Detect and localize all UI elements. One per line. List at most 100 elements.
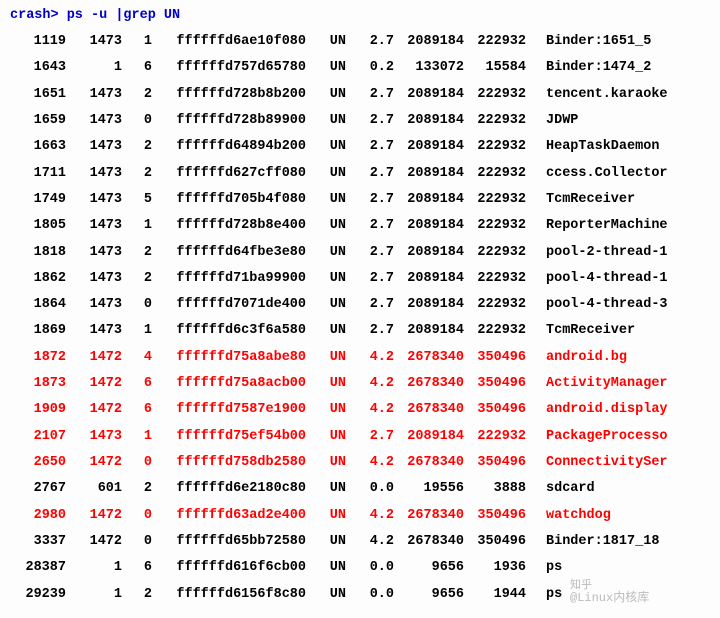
name-cell: ReporterMachine xyxy=(526,213,710,239)
name-cell: tencent.karaoke xyxy=(526,82,710,108)
n-cell: 4 xyxy=(122,345,152,371)
sz1-cell: 2089184 xyxy=(394,82,464,108)
table-row: 190914726ffffffd7587e1900UN4.22678340350… xyxy=(10,397,710,423)
pid-cell: 2107 xyxy=(10,424,66,450)
name-cell: pool-4-thread-1 xyxy=(526,266,710,292)
addr-cell: ffffffd75a8acb00 xyxy=(152,371,306,397)
n-cell: 6 xyxy=(122,555,152,581)
ppid-cell: 1473 xyxy=(66,187,122,213)
n-cell: 0 xyxy=(122,529,152,555)
n-cell: 2 xyxy=(122,240,152,266)
n-cell: 5 xyxy=(122,187,152,213)
n-cell: 0 xyxy=(122,108,152,134)
table-row: 186414730ffffffd7071de400UN2.72089184222… xyxy=(10,292,710,318)
addr-cell: ffffffd758db2580 xyxy=(152,450,306,476)
sz2-cell: 222932 xyxy=(464,161,526,187)
n-cell: 0 xyxy=(122,292,152,318)
pct-cell: 4.2 xyxy=(346,529,394,555)
pid-cell: 2650 xyxy=(10,450,66,476)
table-row: 181814732ffffffd64fbe3e80UN2.72089184222… xyxy=(10,240,710,266)
pid-cell: 1663 xyxy=(10,134,66,160)
sz2-cell: 222932 xyxy=(464,187,526,213)
addr-cell: ffffffd705b4f080 xyxy=(152,187,306,213)
state-cell: UN xyxy=(306,82,346,108)
ppid-cell: 1473 xyxy=(66,240,122,266)
table-row: 27676012ffffffd6e2180c80UN0.0195563888sd… xyxy=(10,476,710,502)
name-cell: watchdog xyxy=(526,503,710,529)
n-cell: 1 xyxy=(122,213,152,239)
addr-cell: ffffffd71ba99900 xyxy=(152,266,306,292)
ppid-cell: 1472 xyxy=(66,529,122,555)
pid-cell: 3337 xyxy=(10,529,66,555)
prompt-command: ps -u |grep UN xyxy=(59,8,181,23)
n-cell: 2 xyxy=(122,82,152,108)
sz2-cell: 222932 xyxy=(464,82,526,108)
table-row: 298014720ffffffd63ad2e400UN4.22678340350… xyxy=(10,503,710,529)
ppid-cell: 1472 xyxy=(66,397,122,423)
state-cell: UN xyxy=(306,582,346,608)
sz1-cell: 2678340 xyxy=(394,503,464,529)
state-cell: UN xyxy=(306,476,346,502)
pid-cell: 2980 xyxy=(10,503,66,529)
name-cell: ps xyxy=(526,555,710,581)
state-cell: UN xyxy=(306,529,346,555)
pct-cell: 0.0 xyxy=(346,555,394,581)
name-cell: TcmReceiver xyxy=(526,187,710,213)
command-prompt: crash> ps -u |grep UN xyxy=(10,8,710,23)
sz2-cell: 222932 xyxy=(464,29,526,55)
ppid-cell: 1472 xyxy=(66,450,122,476)
sz2-cell: 350496 xyxy=(464,450,526,476)
sz1-cell: 2678340 xyxy=(394,529,464,555)
sz1-cell: 2089184 xyxy=(394,161,464,187)
ppid-cell: 1472 xyxy=(66,503,122,529)
table-row: 186214732ffffffd71ba99900UN2.72089184222… xyxy=(10,266,710,292)
name-cell: PackageProcesso xyxy=(526,424,710,450)
n-cell: 2 xyxy=(122,476,152,502)
pid-cell: 1805 xyxy=(10,213,66,239)
pct-cell: 2.7 xyxy=(346,213,394,239)
pid-cell: 1873 xyxy=(10,371,66,397)
state-cell: UN xyxy=(306,266,346,292)
pct-cell: 2.7 xyxy=(346,29,394,55)
pid-cell: 1869 xyxy=(10,318,66,344)
addr-cell: ffffffd7587e1900 xyxy=(152,397,306,423)
ppid-cell: 1 xyxy=(66,582,122,608)
sz1-cell: 133072 xyxy=(394,55,464,81)
state-cell: UN xyxy=(306,318,346,344)
ppid-cell: 1473 xyxy=(66,318,122,344)
addr-cell: ffffffd64894b200 xyxy=(152,134,306,160)
addr-cell: ffffffd7071de400 xyxy=(152,292,306,318)
pct-cell: 2.7 xyxy=(346,82,394,108)
sz2-cell: 350496 xyxy=(464,397,526,423)
table-row: 265014720ffffffd758db2580UN4.22678340350… xyxy=(10,450,710,476)
sz1-cell: 2089184 xyxy=(394,213,464,239)
n-cell: 1 xyxy=(122,318,152,344)
sz1-cell: 2089184 xyxy=(394,424,464,450)
sz2-cell: 222932 xyxy=(464,108,526,134)
pct-cell: 4.2 xyxy=(346,450,394,476)
name-cell: android.bg xyxy=(526,345,710,371)
ppid-cell: 1472 xyxy=(66,345,122,371)
addr-cell: ffffffd64fbe3e80 xyxy=(152,240,306,266)
sz2-cell: 15584 xyxy=(464,55,526,81)
n-cell: 0 xyxy=(122,450,152,476)
name-cell: ps xyxy=(526,582,710,608)
pct-cell: 2.7 xyxy=(346,161,394,187)
pct-cell: 4.2 xyxy=(346,371,394,397)
ppid-cell: 1473 xyxy=(66,213,122,239)
ppid-cell: 1473 xyxy=(66,161,122,187)
sz1-cell: 2089184 xyxy=(394,187,464,213)
sz2-cell: 222932 xyxy=(464,213,526,239)
addr-cell: ffffffd63ad2e400 xyxy=(152,503,306,529)
pct-cell: 2.7 xyxy=(346,318,394,344)
sz1-cell: 19556 xyxy=(394,476,464,502)
name-cell: HeapTaskDaemon xyxy=(526,134,710,160)
addr-cell: ffffffd728b8e400 xyxy=(152,213,306,239)
addr-cell: ffffffd6ae10f080 xyxy=(152,29,306,55)
state-cell: UN xyxy=(306,555,346,581)
state-cell: UN xyxy=(306,450,346,476)
pct-cell: 2.7 xyxy=(346,240,394,266)
pct-cell: 2.7 xyxy=(346,108,394,134)
pid-cell: 1711 xyxy=(10,161,66,187)
table-row: 333714720ffffffd65bb72580UN4.22678340350… xyxy=(10,529,710,555)
